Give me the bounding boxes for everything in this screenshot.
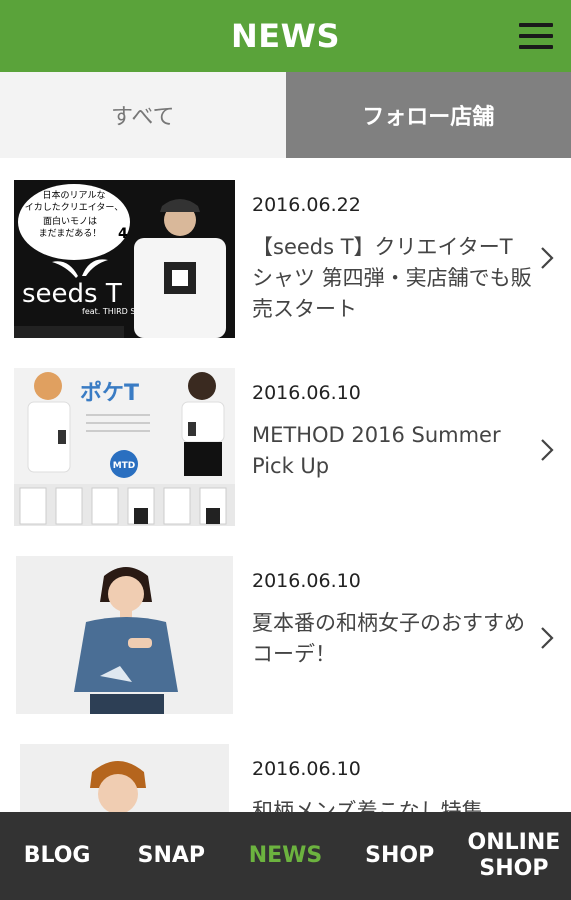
news-item[interactable]: 日本のリアルな イカしたクリエイター、 面白いモノは まだまだある！ 4 see…	[0, 158, 571, 346]
nav-snap[interactable]: SNAP	[114, 843, 228, 869]
news-date: 2016.06.10	[252, 570, 361, 592]
news-item[interactable]: 2016.06.10 夏本番の和柄女子のおすすめコーデ！	[0, 534, 571, 722]
bottom-navigation: BLOG SNAP NEWS SHOP ONLINE SHOP	[0, 812, 571, 900]
news-item[interactable]: 2016.06.10 和柄メンズ着こなし特集	[0, 722, 571, 812]
tab-bar: すべて フォロー店舗	[0, 72, 571, 158]
news-thumbnail-image	[16, 556, 233, 714]
poke-t-logo: ポケT	[80, 380, 139, 406]
nav-online-shop[interactable]: ONLINE SHOP	[457, 830, 571, 882]
news-thumbnail-image: ポケT MTD	[14, 368, 235, 526]
news-date: 2016.06.22	[252, 194, 361, 216]
news-item[interactable]: ポケT MTD 2016.06.10 METHOD 2016 Summer Pi…	[0, 346, 571, 534]
hamburger-menu-icon[interactable]	[519, 22, 553, 50]
tab-followed-shops[interactable]: フォロー店舗	[285, 72, 571, 158]
seeds-t-logo: seeds T	[22, 279, 122, 309]
nav-online-shop-line2: SHOP	[479, 856, 549, 881]
thumb-text: 面白いモノは	[43, 215, 97, 227]
news-title: 夏本番の和柄女子のおすすめコーデ！	[252, 611, 525, 666]
page-title: NEWS	[231, 17, 340, 55]
thumb-text: 日本のリアルな	[43, 189, 106, 201]
news-thumbnail-image	[20, 744, 229, 812]
news-date: 2016.06.10	[252, 382, 361, 404]
news-title: 和柄メンズ着こなし特集	[252, 799, 483, 812]
chevron-right-icon	[541, 439, 554, 461]
news-title: METHOD 2016 Summer Pick Up	[252, 423, 501, 478]
thumb-number: 4	[118, 226, 128, 242]
nav-news[interactable]: NEWS	[228, 843, 342, 869]
chevron-right-icon	[541, 247, 554, 269]
news-list: 日本のリアルな イカしたクリエイター、 面白いモノは まだまだある！ 4 see…	[0, 158, 571, 812]
tab-all[interactable]: すべて	[0, 72, 286, 158]
nav-blog[interactable]: BLOG	[0, 843, 114, 869]
mtd-badge: MTD	[113, 461, 136, 471]
app-header: NEWS	[0, 0, 571, 72]
news-date: 2016.06.10	[252, 758, 361, 780]
nav-online-shop-line1: ONLINE	[467, 830, 561, 855]
news-thumbnail-image: 日本のリアルな イカしたクリエイター、 面白いモノは まだまだある！ 4 see…	[14, 180, 235, 338]
thumb-text: イカしたクリエイター、	[25, 202, 124, 213]
nav-shop[interactable]: SHOP	[343, 843, 457, 869]
thumb-text: まだまだある！	[39, 228, 102, 239]
news-title: 【seeds T】クリエイターTシャツ 第四弾・実店舗でも販売スタート	[252, 235, 532, 321]
chevron-right-icon	[541, 627, 554, 649]
